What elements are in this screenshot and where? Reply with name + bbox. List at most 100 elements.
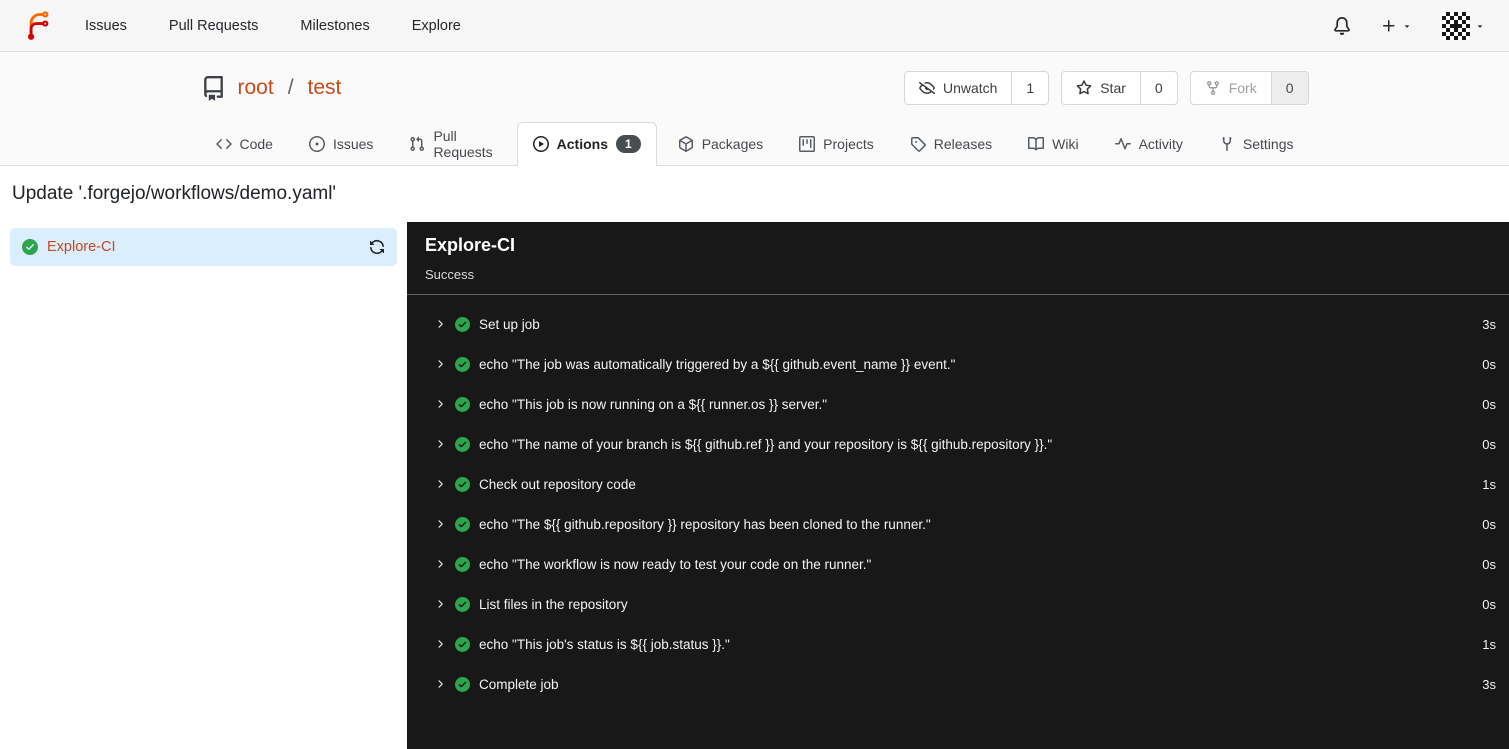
chevron-right-icon[interactable] — [434, 558, 446, 570]
pulse-icon — [1115, 136, 1131, 152]
unwatch-button-group: Unwatch 1 — [903, 71, 1050, 105]
tab-label: Activity — [1138, 135, 1183, 152]
tab-label: Releases — [933, 135, 993, 152]
job-log-panel: Explore-CI Success Set up job 3s echo "T… — [407, 222, 1509, 749]
create-new-menu[interactable] — [1381, 18, 1412, 34]
tab-releases[interactable]: Releases — [895, 122, 1007, 165]
job-step-row[interactable]: Complete job 3s — [407, 664, 1509, 704]
tab-label: Pull Requests — [433, 127, 493, 160]
repo-title: root / test — [201, 76, 342, 101]
job-name: Explore-CI — [47, 239, 116, 255]
chevron-right-icon[interactable] — [434, 358, 446, 370]
nav-link-milestones[interactable]: Milestones — [300, 18, 369, 34]
job-step-row[interactable]: echo "This job is now running on a ${{ r… — [407, 384, 1509, 424]
tab-label: Packages — [701, 135, 764, 152]
chevron-right-icon[interactable] — [434, 518, 446, 530]
nav-link-issues[interactable]: Issues — [85, 18, 127, 34]
success-check-circle-icon — [455, 557, 470, 572]
job-step-row[interactable]: Check out repository code 1s — [407, 464, 1509, 504]
forks-count[interactable]: 0 — [1270, 72, 1308, 104]
watchers-count[interactable]: 1 — [1011, 72, 1048, 104]
project-board-icon — [799, 136, 815, 152]
tab-label: Issues — [332, 135, 374, 152]
step-name: echo "This job's status is ${{ job.statu… — [479, 636, 730, 652]
chevron-right-icon[interactable] — [434, 318, 446, 330]
job-step-row[interactable]: List files in the repository 0s — [407, 584, 1509, 624]
unwatch-label: Unwatch — [942, 80, 998, 96]
tab-label: Wiki — [1052, 135, 1079, 152]
tab-settings[interactable]: Settings — [1204, 122, 1309, 165]
play-circle-icon — [533, 136, 549, 152]
step-name: echo "The job was automatically triggere… — [479, 356, 956, 372]
step-name: Check out repository code — [479, 476, 636, 492]
job-list-item-explore-ci[interactable]: Explore-CI — [10, 228, 397, 266]
jobs-sidebar: Explore-CI — [0, 222, 407, 749]
success-check-circle-icon — [455, 317, 470, 332]
forgejo-logo[interactable] — [24, 10, 51, 41]
tab-label: Projects — [823, 135, 874, 152]
step-name: echo "The name of your branch is ${{ git… — [479, 436, 1053, 452]
step-name: List files in the repository — [479, 596, 628, 612]
job-step-row[interactable]: Set up job 3s — [407, 304, 1509, 344]
issue-circle-dot-icon — [309, 136, 325, 152]
job-step-row[interactable]: echo "This job's status is ${{ job.statu… — [407, 624, 1509, 664]
user-menu[interactable] — [1442, 11, 1485, 40]
tag-icon — [910, 136, 926, 152]
repo-header: root / test Unwatch 1 Star 0 Fork 0 Code… — [0, 52, 1509, 166]
success-check-circle-icon — [455, 477, 470, 492]
job-step-row[interactable]: echo "The workflow is now ready to test … — [407, 544, 1509, 584]
navbar-links: Issues Pull Requests Milestones Explore — [85, 18, 461, 34]
unwatch-button[interactable]: Unwatch — [905, 72, 1011, 104]
fork-button[interactable]: Fork — [1191, 72, 1271, 104]
step-duration: 0s — [1482, 396, 1496, 412]
stars-count[interactable]: 0 — [1139, 72, 1177, 104]
job-step-row[interactable]: echo "The ${{ github.repository }} repos… — [407, 504, 1509, 544]
star-button[interactable]: Star — [1062, 72, 1140, 104]
eye-closed-icon — [919, 80, 935, 96]
notifications-bell-icon[interactable] — [1333, 17, 1351, 35]
navbar-right — [1333, 11, 1485, 40]
workflow-run-body: Explore-CI Explore-CI Success Set up job… — [0, 222, 1509, 749]
success-check-circle-icon — [455, 637, 470, 652]
tab-label: Settings — [1242, 135, 1294, 152]
tab-label: Code — [239, 135, 273, 152]
step-name: Set up job — [479, 316, 540, 332]
chevron-right-icon[interactable] — [434, 398, 446, 410]
step-name: echo "The ${{ github.repository }} repos… — [479, 516, 931, 532]
workflow-run-header: Update '.forgejo/workflows/demo.yaml' — [0, 166, 1509, 222]
job-status-text: Success — [425, 267, 475, 282]
success-check-circle-icon — [455, 357, 470, 372]
step-duration: 0s — [1482, 596, 1496, 612]
chevron-right-icon[interactable] — [434, 478, 446, 490]
job-step-row[interactable]: echo "The job was automatically triggere… — [407, 344, 1509, 384]
repo-owner-link[interactable]: root — [238, 76, 274, 100]
plus-icon — [1381, 18, 1397, 34]
success-check-circle-icon — [455, 597, 470, 612]
fork-label: Fork — [1228, 80, 1257, 96]
chevron-down-icon — [1475, 21, 1485, 31]
job-title: Explore-CI — [425, 235, 516, 255]
tab-issues[interactable]: Issues — [294, 122, 388, 165]
rerun-sync-icon[interactable] — [369, 239, 385, 255]
tab-activity[interactable]: Activity — [1100, 122, 1198, 165]
tab-projects[interactable]: Projects — [784, 122, 889, 165]
repo-icon — [201, 76, 226, 101]
chevron-right-icon[interactable] — [434, 638, 446, 650]
success-check-circle-icon — [22, 239, 38, 255]
chevron-right-icon[interactable] — [434, 438, 446, 450]
repo-name-link[interactable]: test — [308, 76, 342, 100]
repo-action-buttons: Unwatch 1 Star 0 Fork 0 — [903, 71, 1309, 105]
tab-pull-requests[interactable]: Pull Requests — [394, 122, 510, 165]
tab-packages[interactable]: Packages — [663, 122, 778, 165]
step-duration: 3s — [1482, 676, 1496, 692]
user-avatar — [1442, 11, 1470, 40]
job-steps-list: Set up job 3s echo "The job was automati… — [407, 295, 1509, 713]
tab-wiki[interactable]: Wiki — [1013, 122, 1093, 165]
nav-link-pull-requests[interactable]: Pull Requests — [169, 18, 258, 34]
chevron-right-icon[interactable] — [434, 598, 446, 610]
chevron-right-icon[interactable] — [434, 678, 446, 690]
nav-link-explore[interactable]: Explore — [412, 18, 461, 34]
job-step-row[interactable]: echo "The name of your branch is ${{ git… — [407, 424, 1509, 464]
tab-actions[interactable]: Actions 1 — [516, 122, 657, 166]
tab-code[interactable]: Code — [201, 122, 288, 165]
